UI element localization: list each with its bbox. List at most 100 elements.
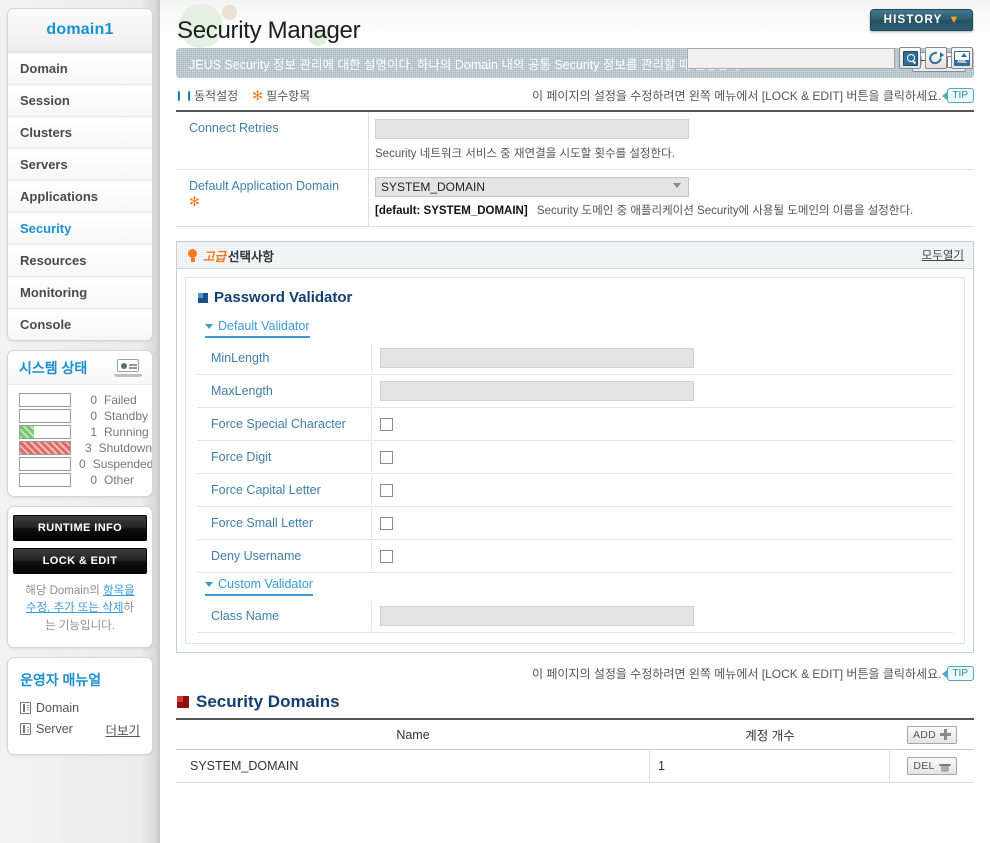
tip-badge[interactable]: TIP xyxy=(942,88,974,103)
sidebar-item-applications[interactable]: Applications xyxy=(8,181,152,213)
status-row-shutdown: 3 Shutdown xyxy=(8,440,152,456)
validator-value-cell xyxy=(372,511,953,536)
security-domains-title-text: Security Domains xyxy=(196,692,340,711)
security-domains-title: Security Domains xyxy=(160,682,990,718)
expand-all-link[interactable]: 모두열기 xyxy=(922,247,964,263)
monitor-icon[interactable] xyxy=(114,359,142,377)
main-content: Security Manager HISTORY ▼ XML JEUS Secu… xyxy=(160,0,990,843)
xml-export-icon: XML xyxy=(954,50,970,66)
validator-row: Class Name xyxy=(197,600,953,633)
xml-export-button[interactable]: XML xyxy=(951,47,973,69)
default-validator-table: MinLength MaxLength Force Special Characte… xyxy=(197,342,953,573)
connect-retries-input[interactable] xyxy=(375,119,689,139)
checkbox[interactable] xyxy=(380,549,393,563)
top-strip: Security Manager HISTORY ▼ XML xyxy=(160,0,990,69)
password-validator-title-text: Password Validator xyxy=(214,289,353,306)
text-input[interactable] xyxy=(380,348,694,368)
validator-label: Force Capital Letter xyxy=(197,475,372,505)
sidebar-nav-panel: domain1 Domain Session Clusters Servers Appl… xyxy=(7,8,153,341)
manual-more-link[interactable]: 더보기 xyxy=(105,720,140,739)
tip-line-bottom: 이 페이지의 설정을 수정하려면 왼쪽 메뉴에서 [LOCK & EDIT] 버… xyxy=(160,653,990,682)
blue-square-bullet-icon xyxy=(198,292,208,303)
text-input[interactable] xyxy=(380,381,694,401)
sidebar-item-monitoring[interactable]: Monitoring xyxy=(8,277,152,309)
sidebar-item-session[interactable]: Session xyxy=(8,85,152,117)
manual-item-label: Domain xyxy=(36,700,80,715)
default-hint-text: Security 도메인 중 애플리케이션 Security에 사용될 도메인의… xyxy=(536,205,914,217)
main-form-table: Connect Retries Security 네트워크 서비스 중 재연결을… xyxy=(176,110,974,227)
validator-value-cell xyxy=(372,478,953,503)
connect-retries-value-cell: Security 네트워크 서비스 중 재연결을 시도할 횟수를 설정한다. xyxy=(369,112,974,169)
system-status-header: 시스템 상태 xyxy=(8,351,152,385)
lightbulb-icon xyxy=(187,248,198,262)
add-button[interactable]: ADD xyxy=(906,725,958,744)
validator-value-cell xyxy=(372,600,953,632)
manual-item-server[interactable]: Server 더보기 xyxy=(8,718,152,742)
add-label: ADD xyxy=(912,728,937,741)
book-icon xyxy=(20,723,31,736)
cell-count: 1 xyxy=(650,750,890,782)
checkbox[interactable] xyxy=(380,516,393,530)
history-button[interactable]: HISTORY ▼ xyxy=(870,9,973,31)
text-input[interactable] xyxy=(380,606,694,626)
validator-value-cell xyxy=(372,445,953,470)
lock-edit-note: 해당 Domain의 항목을 수정, 추가 또는 삭제하는 기능입니다. xyxy=(8,581,152,647)
system-status-list: 0 Failed 0 Standby 1 Running 3 Shutdown 0 Suspend… xyxy=(8,385,152,496)
validator-value-cell xyxy=(372,544,953,569)
domain-title[interactable]: domain1 xyxy=(8,9,152,53)
manual-item-domain[interactable]: Domain xyxy=(8,699,152,718)
delete-button[interactable]: DEL xyxy=(907,757,957,775)
runtime-info-button[interactable]: RUNTIME INFO xyxy=(13,515,147,541)
dynamic-config-icon xyxy=(178,89,190,102)
validator-label: Force Special Character xyxy=(197,409,372,439)
sidebar-item-clusters[interactable]: Clusters xyxy=(8,117,152,149)
advanced-body: Password Validator Default Validator Min… xyxy=(177,269,973,652)
trash-icon xyxy=(938,761,951,772)
status-bar xyxy=(19,409,71,423)
advanced-header: 고급 선택사항 모두열기 xyxy=(177,242,973,269)
validator-label: Force Digit xyxy=(197,442,372,472)
sidebar-item-security[interactable]: Security xyxy=(8,213,152,245)
status-bar-fill xyxy=(20,442,70,454)
tip-badge[interactable]: TIP xyxy=(942,666,974,681)
description-text: JEUS Security 정보 관리에 대한 설명이다. 하나의 Domain… xyxy=(189,57,744,72)
default-application-domain-select[interactable]: SYSTEM_DOMAIN xyxy=(375,177,689,197)
search-input[interactable] xyxy=(687,47,895,69)
red-square-bullet-icon xyxy=(177,696,189,708)
status-label: Failed xyxy=(104,393,137,407)
status-label: Suspended xyxy=(92,457,153,471)
validator-row: Deny Username xyxy=(197,540,953,573)
refresh-button[interactable] xyxy=(925,47,947,69)
lock-note-pre: 해당 Domain의 xyxy=(25,585,103,597)
status-bar xyxy=(19,441,71,455)
status-bar xyxy=(19,393,71,407)
checkbox[interactable] xyxy=(380,450,393,464)
sidebar-item-resources[interactable]: Resources xyxy=(8,245,152,277)
del-label: DEL xyxy=(913,760,935,772)
legend-required: ✻ 필수항목 xyxy=(252,87,310,104)
status-bar xyxy=(19,425,71,439)
validator-row: Force Small Letter xyxy=(197,507,953,540)
row-connect-retries: Connect Retries Security 네트워크 서비스 중 재연결을… xyxy=(176,112,974,170)
status-bar-fill xyxy=(20,426,34,438)
search-icon xyxy=(902,50,918,66)
search-bar: XML xyxy=(687,47,973,69)
custom-validator-label: Custom Validator xyxy=(218,577,313,591)
validator-value-cell xyxy=(372,342,953,374)
validator-row: Force Special Character xyxy=(197,408,953,441)
checkbox[interactable] xyxy=(380,417,393,431)
triangle-down-icon xyxy=(205,581,213,587)
lock-edit-button[interactable]: LOCK & EDIT xyxy=(13,548,147,574)
custom-validator-toggle[interactable]: Custom Validator xyxy=(205,577,313,596)
password-validator-box: Password Validator Default Validator Min… xyxy=(185,277,965,644)
custom-validator-table: Class Name xyxy=(197,600,953,633)
search-button[interactable] xyxy=(899,47,921,69)
validator-label: MaxLength xyxy=(197,376,372,406)
sidebar-item-domain[interactable]: Domain xyxy=(8,53,152,85)
default-application-domain-value-cell: SYSTEM_DOMAIN [default: SYSTEM_DOMAIN] S… xyxy=(369,170,974,226)
status-row-suspended: 0 Suspended xyxy=(8,456,152,472)
checkbox[interactable] xyxy=(380,483,393,497)
default-validator-toggle[interactable]: Default Validator xyxy=(205,319,310,338)
sidebar-item-servers[interactable]: Servers xyxy=(8,149,152,181)
sidebar-item-console[interactable]: Console xyxy=(8,309,152,340)
